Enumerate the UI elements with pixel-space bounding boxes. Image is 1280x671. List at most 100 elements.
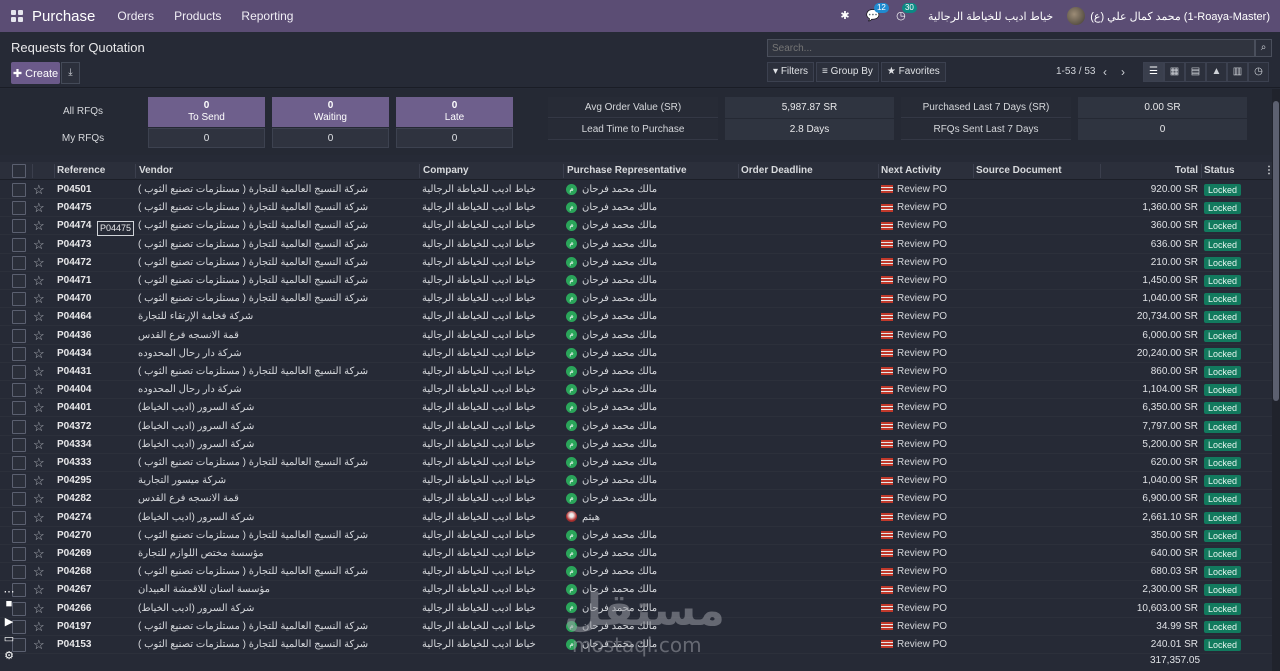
search-icon[interactable]: ⌕	[1255, 39, 1272, 57]
graph-view-icon[interactable]: ▲	[1206, 62, 1227, 82]
activity-cell[interactable]: Review PO	[881, 381, 973, 399]
table-row[interactable]: ☆ P04472 شركة النسيج العالمية للتجارة ( مس…	[0, 254, 1272, 272]
column-order-deadline[interactable]: Order Deadline	[741, 162, 813, 180]
activity-cell[interactable]: Review PO	[881, 199, 973, 217]
activity-cell[interactable]: Review PO	[881, 345, 973, 363]
activity-cell[interactable]: Review PO	[881, 436, 973, 454]
favorite-star-icon[interactable]: ☆	[33, 473, 45, 488]
menu-products[interactable]: Products	[174, 9, 221, 23]
row-checkbox[interactable]	[12, 528, 26, 543]
favorite-star-icon[interactable]: ☆	[33, 510, 45, 525]
table-row[interactable]: ☆ P04269 مؤسسة مختص اللوازم للتجارة خياط اد…	[0, 545, 1272, 563]
row-checkbox[interactable]	[12, 274, 26, 288]
menu-reporting[interactable]: Reporting	[241, 9, 293, 23]
menu-orders[interactable]: Orders	[117, 9, 154, 23]
activity-cell[interactable]: Review PO	[881, 399, 973, 417]
create-button[interactable]: ✚ Create	[11, 62, 60, 84]
favorite-star-icon[interactable]: ☆	[33, 528, 45, 543]
activity-cell[interactable]: Review PO	[881, 236, 973, 254]
row-checkbox[interactable]	[12, 474, 26, 489]
activity-cell[interactable]: Review PO	[881, 254, 973, 272]
favorite-star-icon[interactable]: ☆	[33, 273, 45, 288]
more-icon[interactable]: ⋯	[2, 586, 16, 598]
pager-value[interactable]: 1-53 / 53	[1056, 66, 1095, 77]
video-icon[interactable]: ▶	[2, 616, 16, 628]
favorite-star-icon[interactable]: ☆	[33, 619, 45, 634]
activity-cell[interactable]: Review PO	[881, 454, 973, 472]
favorite-star-icon[interactable]: ☆	[33, 455, 45, 470]
company-switcher[interactable]: خياط اديب للخياطة الرجالية	[928, 10, 1053, 23]
late-my-button[interactable]: 0	[396, 128, 513, 148]
favorite-star-icon[interactable]: ☆	[33, 200, 45, 215]
favorite-star-icon[interactable]: ☆	[33, 491, 45, 506]
row-checkbox[interactable]	[12, 255, 26, 270]
column-company[interactable]: Company	[423, 162, 469, 180]
screen-icon[interactable]: ▭	[2, 633, 16, 645]
late-all-button[interactable]: 0 Late	[396, 97, 513, 127]
table-row[interactable]: ☆ P04471 شركة النسيج العالمية للتجارة ( مس…	[0, 272, 1272, 290]
row-checkbox[interactable]	[12, 328, 26, 343]
activity-cell[interactable]: Review PO	[881, 636, 973, 654]
activity-cell[interactable]: Review PO	[881, 217, 973, 235]
table-row[interactable]: ☆ P04475 شركة النسيج العالمية للتجارة ( مس…	[0, 199, 1272, 218]
favorite-star-icon[interactable]: ☆	[33, 564, 45, 579]
activity-cell[interactable]: Review PO	[881, 563, 973, 581]
kanban-view-icon[interactable]: ▦	[1164, 62, 1185, 82]
column-next-activity[interactable]: Next Activity	[881, 162, 941, 180]
row-checkbox[interactable]	[12, 547, 26, 561]
row-checkbox[interactable]	[12, 383, 26, 398]
activity-cell[interactable]: Review PO	[881, 618, 973, 636]
favorite-star-icon[interactable]: ☆	[33, 400, 45, 415]
row-checkbox[interactable]	[12, 492, 26, 507]
row-checkbox[interactable]	[12, 201, 26, 216]
row-checkbox[interactable]	[12, 346, 26, 361]
table-row[interactable]: ☆ P04464 شركة فخامة الإرتقاء للتجارة خياط ا…	[0, 308, 1272, 327]
app-title[interactable]: Purchase	[32, 8, 95, 25]
table-row[interactable]: ☆ P04153 شركة النسيج العالمية للتجارة ( مس…	[0, 636, 1272, 654]
favorite-star-icon[interactable]: ☆	[33, 364, 45, 379]
table-row[interactable]: ☆ P04334 شركة السرور (اديب الخياط) خياط ادي…	[0, 436, 1272, 454]
pager-previous-icon[interactable]: ‹	[1097, 64, 1113, 80]
pager-next-icon[interactable]: ›	[1115, 64, 1131, 80]
group-by-button[interactable]: ≡ Group By	[816, 62, 879, 82]
activity-cell[interactable]: Review PO	[881, 363, 973, 381]
activity-cell[interactable]: Review PO	[881, 509, 973, 527]
favorite-star-icon[interactable]: ☆	[33, 309, 45, 324]
row-checkbox[interactable]	[12, 437, 26, 452]
row-checkbox[interactable]	[12, 401, 26, 416]
download-icon[interactable]: ⤓	[61, 62, 80, 84]
table-row[interactable]: ☆ P04431 شركة النسيج العالمية للتجارة ( مس…	[0, 363, 1272, 381]
table-row[interactable]: ☆ P04267 مؤسسة اسنان للاقمشة العبيدان خياط …	[0, 581, 1272, 600]
table-row[interactable]: ☆ P04401 شركة السرور (اديب الخياط) خياط ادي…	[0, 399, 1272, 418]
table-row[interactable]: ☆ P04197 شركة النسيج العالمية للتجارة ( مس…	[0, 618, 1272, 636]
search-input[interactable]	[767, 39, 1255, 57]
row-checkbox[interactable]	[12, 292, 26, 307]
column-source-document[interactable]: Source Document	[976, 162, 1062, 180]
favorite-star-icon[interactable]: ☆	[33, 546, 45, 561]
table-row[interactable]: ☆ P04474 شركة النسيج العالمية للتجارة ( مس…	[0, 217, 1272, 236]
table-row[interactable]: ☆ P04266 شركة السرور (اديب الخياط) خياط ادي…	[0, 600, 1272, 618]
favorite-star-icon[interactable]: ☆	[33, 182, 45, 197]
activity-cell[interactable]: Review PO	[881, 181, 973, 199]
activity-cell[interactable]: Review PO	[881, 272, 973, 290]
table-row[interactable]: ☆ P04282 قمة الانسجه فرع القدس خياط اديب لل…	[0, 490, 1272, 509]
scrollbar-thumb[interactable]	[1273, 101, 1279, 401]
chat-icon[interactable]: 💬 12	[866, 3, 889, 23]
favorite-star-icon[interactable]: ☆	[33, 218, 45, 233]
favorite-star-icon[interactable]: ☆	[33, 328, 45, 343]
list-view-icon[interactable]: ☰	[1143, 62, 1164, 82]
activity-clock-icon[interactable]: ◷ 30	[894, 3, 917, 23]
table-row[interactable]: ☆ P04501 شركة النسيج العالمية للتجارة ( مس…	[0, 181, 1272, 199]
activity-cell[interactable]: Review PO	[881, 490, 973, 508]
activity-cell[interactable]: Review PO	[881, 581, 973, 599]
favorite-star-icon[interactable]: ☆	[33, 237, 45, 252]
column-reference[interactable]: Reference	[57, 162, 105, 180]
to-send-my-button[interactable]: 0	[148, 128, 265, 148]
table-row[interactable]: ☆ P04268 شركة النسيج العالمية للتجارة ( مس…	[0, 563, 1272, 582]
table-row[interactable]: ☆ P04470 شركة النسيج العالمية للتجارة ( مس…	[0, 290, 1272, 309]
column-total[interactable]: Total	[1100, 162, 1198, 180]
activity-cell[interactable]: Review PO	[881, 327, 973, 345]
row-checkbox[interactable]	[12, 219, 26, 234]
camera-icon[interactable]: ■	[2, 598, 16, 610]
row-checkbox[interactable]	[12, 237, 26, 252]
